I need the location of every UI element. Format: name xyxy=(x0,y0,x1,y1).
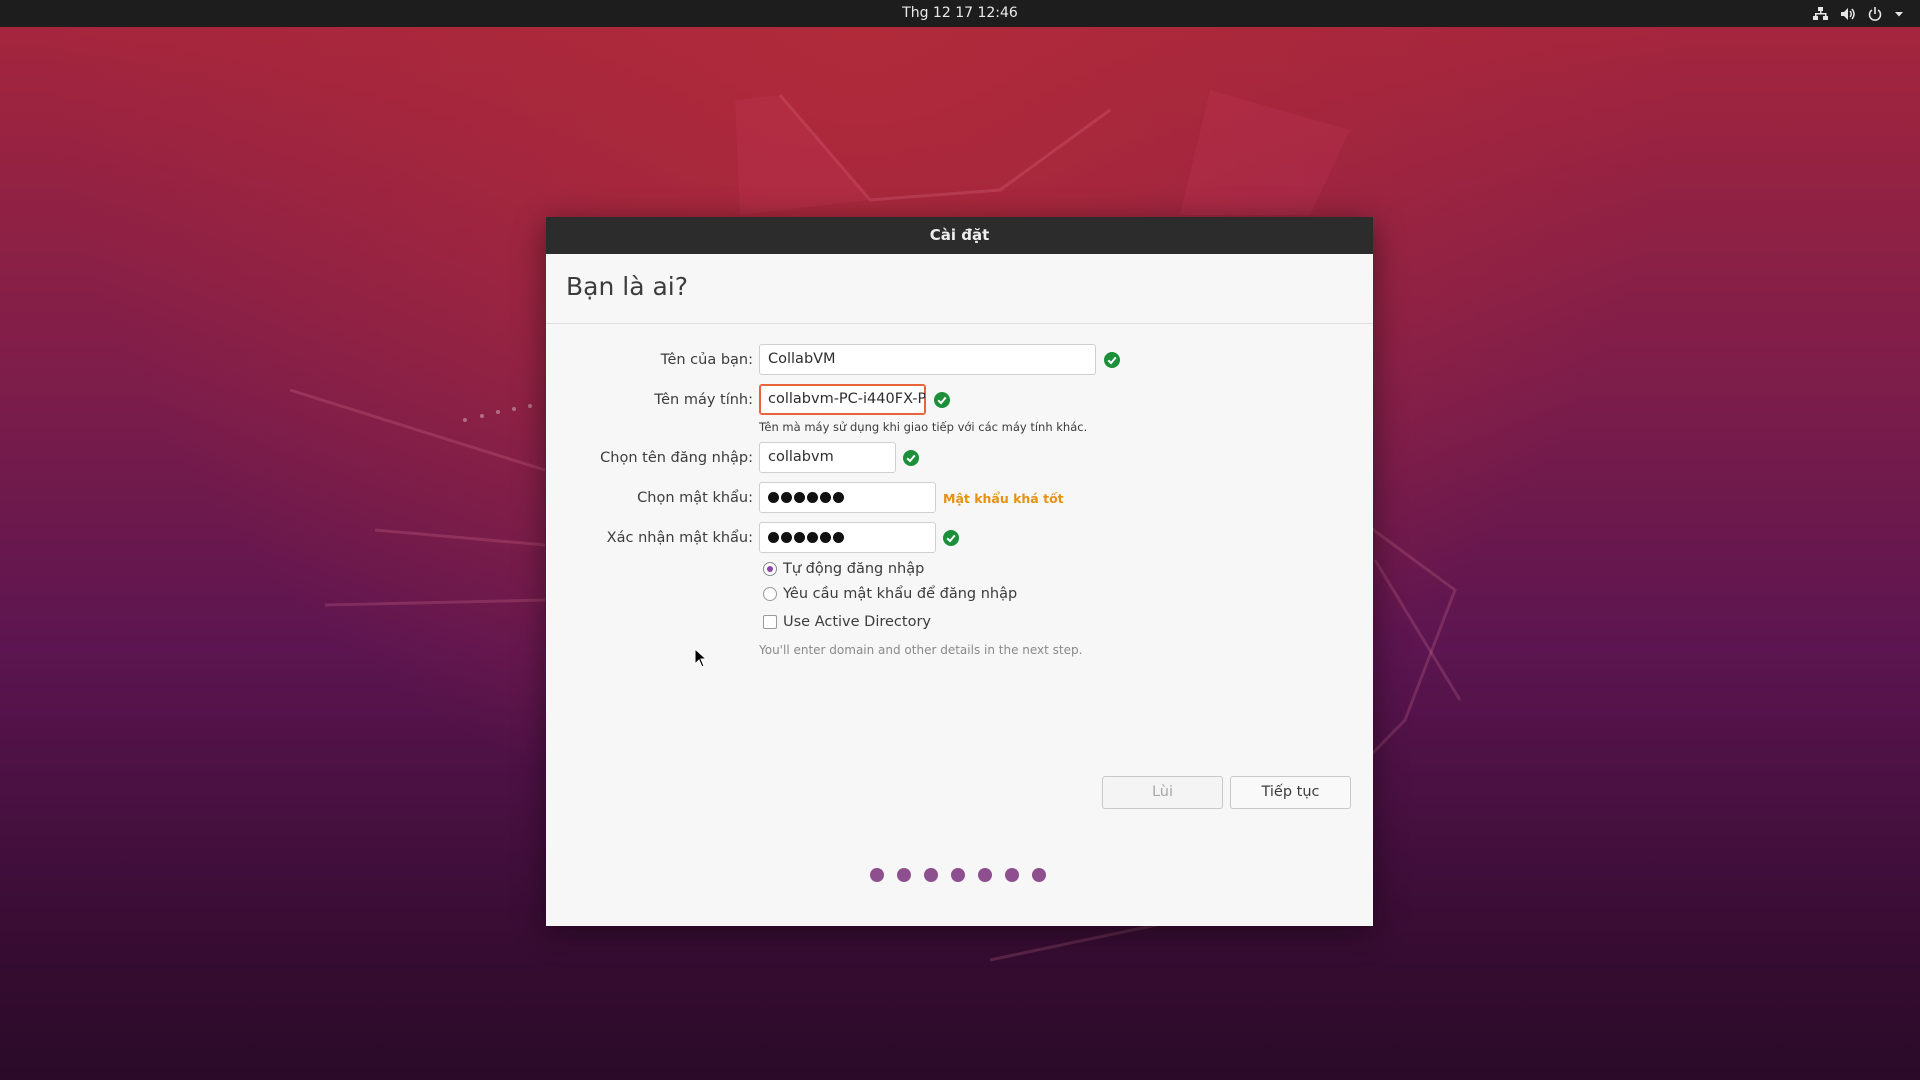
password-dot xyxy=(768,492,779,503)
active-directory-hint: You'll enter domain and other details in… xyxy=(759,643,1083,657)
password-dot xyxy=(768,532,779,543)
password-dot xyxy=(807,492,818,503)
auto-login-label: Tự động đăng nhập xyxy=(783,561,925,577)
page-title: Bạn là ai? xyxy=(566,272,689,301)
auto-login-option[interactable]: Tự động đăng nhập xyxy=(763,561,924,577)
active-directory-option[interactable]: Use Active Directory xyxy=(763,614,931,630)
name-field[interactable]: CollabVM xyxy=(759,344,1096,375)
progress-dot xyxy=(1005,868,1019,882)
divider xyxy=(546,323,1373,324)
computer-name-hint: Tên mà máy sử dụng khi giao tiếp với các… xyxy=(759,420,1088,434)
password-dot xyxy=(794,532,805,543)
password-dot xyxy=(781,532,792,543)
confirm-password-label: Xác nhận mật khẩu: xyxy=(606,530,753,546)
top-panel: Thg 12 17 12:46 xyxy=(0,0,1920,27)
password-field[interactable] xyxy=(759,482,936,513)
password-dot xyxy=(820,492,831,503)
menu-arrow-icon[interactable] xyxy=(1893,0,1905,27)
power-icon[interactable] xyxy=(1867,0,1883,27)
back-button[interactable]: Lùi xyxy=(1102,776,1223,809)
username-field[interactable]: collabvm xyxy=(759,442,896,473)
password-dot xyxy=(833,532,844,543)
check-icon xyxy=(903,450,919,466)
active-directory-checkbox[interactable] xyxy=(763,615,777,629)
check-icon xyxy=(943,530,959,546)
step-progress xyxy=(870,868,1046,882)
name-label: Tên của bạn: xyxy=(660,352,753,368)
password-strength: Mật khẩu khá tốt xyxy=(943,491,1064,506)
password-dot xyxy=(807,532,818,543)
password-dot xyxy=(820,532,831,543)
username-label: Chọn tên đăng nhập: xyxy=(600,450,753,466)
network-icon[interactable] xyxy=(1812,0,1828,27)
require-password-label: Yêu cầu mật khẩu để đăng nhập xyxy=(783,586,1018,602)
password-mask xyxy=(768,483,927,512)
continue-button[interactable]: Tiếp tục xyxy=(1230,776,1351,809)
progress-dot xyxy=(897,868,911,882)
mouse-cursor-icon xyxy=(694,648,708,668)
auto-login-radio[interactable] xyxy=(763,562,777,576)
clock[interactable]: Thg 12 17 12:46 xyxy=(0,0,1920,27)
password-dot xyxy=(781,492,792,503)
check-icon xyxy=(934,392,950,408)
volume-icon[interactable] xyxy=(1840,0,1856,27)
password-dot xyxy=(833,492,844,503)
password-dot xyxy=(794,492,805,503)
computer-name-field[interactable]: collabvm-PC-i440FX-PII xyxy=(759,384,926,415)
progress-dot xyxy=(951,868,965,882)
require-password-option[interactable]: Yêu cầu mật khẩu để đăng nhập xyxy=(763,586,1017,602)
require-password-radio[interactable] xyxy=(763,587,777,601)
installer-window: Cài đặt Bạn là ai? Tên của bạn: CollabVM… xyxy=(546,217,1373,926)
confirm-password-mask xyxy=(768,523,927,552)
check-icon xyxy=(1104,352,1120,368)
window-titlebar[interactable]: Cài đặt xyxy=(546,217,1373,254)
progress-dot xyxy=(870,868,884,882)
progress-dot xyxy=(978,868,992,882)
progress-dot xyxy=(924,868,938,882)
progress-dot xyxy=(1032,868,1046,882)
password-label: Chọn mật khẩu: xyxy=(637,490,753,506)
confirm-password-field[interactable] xyxy=(759,522,936,553)
active-directory-label: Use Active Directory xyxy=(783,614,931,630)
computer-name-label: Tên máy tính: xyxy=(654,392,753,408)
